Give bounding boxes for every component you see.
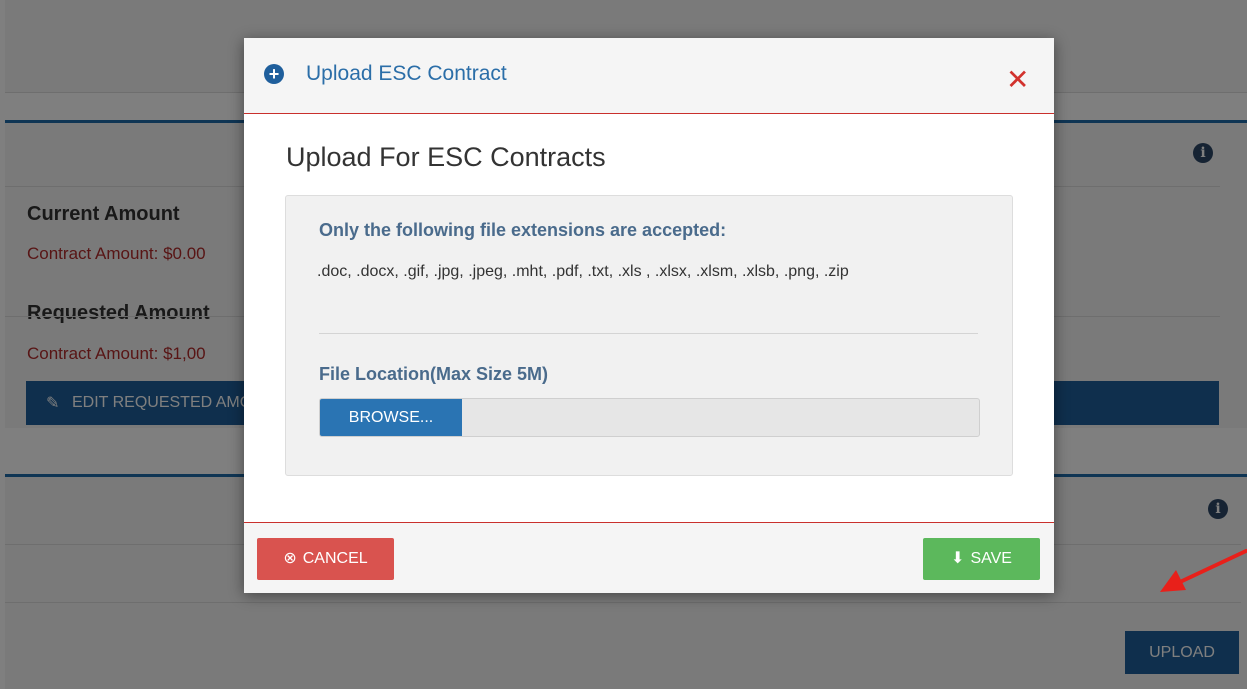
save-button[interactable]: ⬇ SAVE (923, 538, 1040, 580)
save-label: SAVE (970, 550, 1012, 567)
modal-footer: ⊗ CANCEL ⬇ SAVE (244, 522, 1054, 593)
close-icon[interactable]: ✕ (1006, 66, 1029, 94)
upload-well: Only the following file extensions are a… (285, 195, 1013, 476)
file-input[interactable]: BROWSE... (319, 398, 980, 437)
plus-circle-icon: + (264, 64, 284, 84)
browse-button[interactable]: BROWSE... (320, 399, 462, 436)
modal-heading: Upload For ESC Contracts (286, 142, 606, 172)
divider (319, 333, 978, 334)
modal-title: Upload ESC Contract (306, 62, 507, 85)
save-icon: ⬇ (951, 550, 965, 567)
accepted-extensions-title: Only the following file extensions are a… (319, 220, 727, 240)
cancel-button[interactable]: ⊗ CANCEL (257, 538, 394, 580)
modal-header: + Upload ESC Contract ✕ (244, 38, 1054, 114)
file-location-label: File Location(Max Size 5M) (319, 364, 549, 384)
cancel-icon: ⊗ (283, 550, 297, 567)
accepted-extensions-list: .doc, .docx, .gif, .jpg, .jpeg, .mht, .p… (317, 263, 849, 280)
upload-modal: + Upload ESC Contract ✕ Upload For ESC C… (244, 38, 1054, 593)
arrow-annotation (1160, 549, 1247, 592)
cancel-label: CANCEL (302, 550, 368, 567)
